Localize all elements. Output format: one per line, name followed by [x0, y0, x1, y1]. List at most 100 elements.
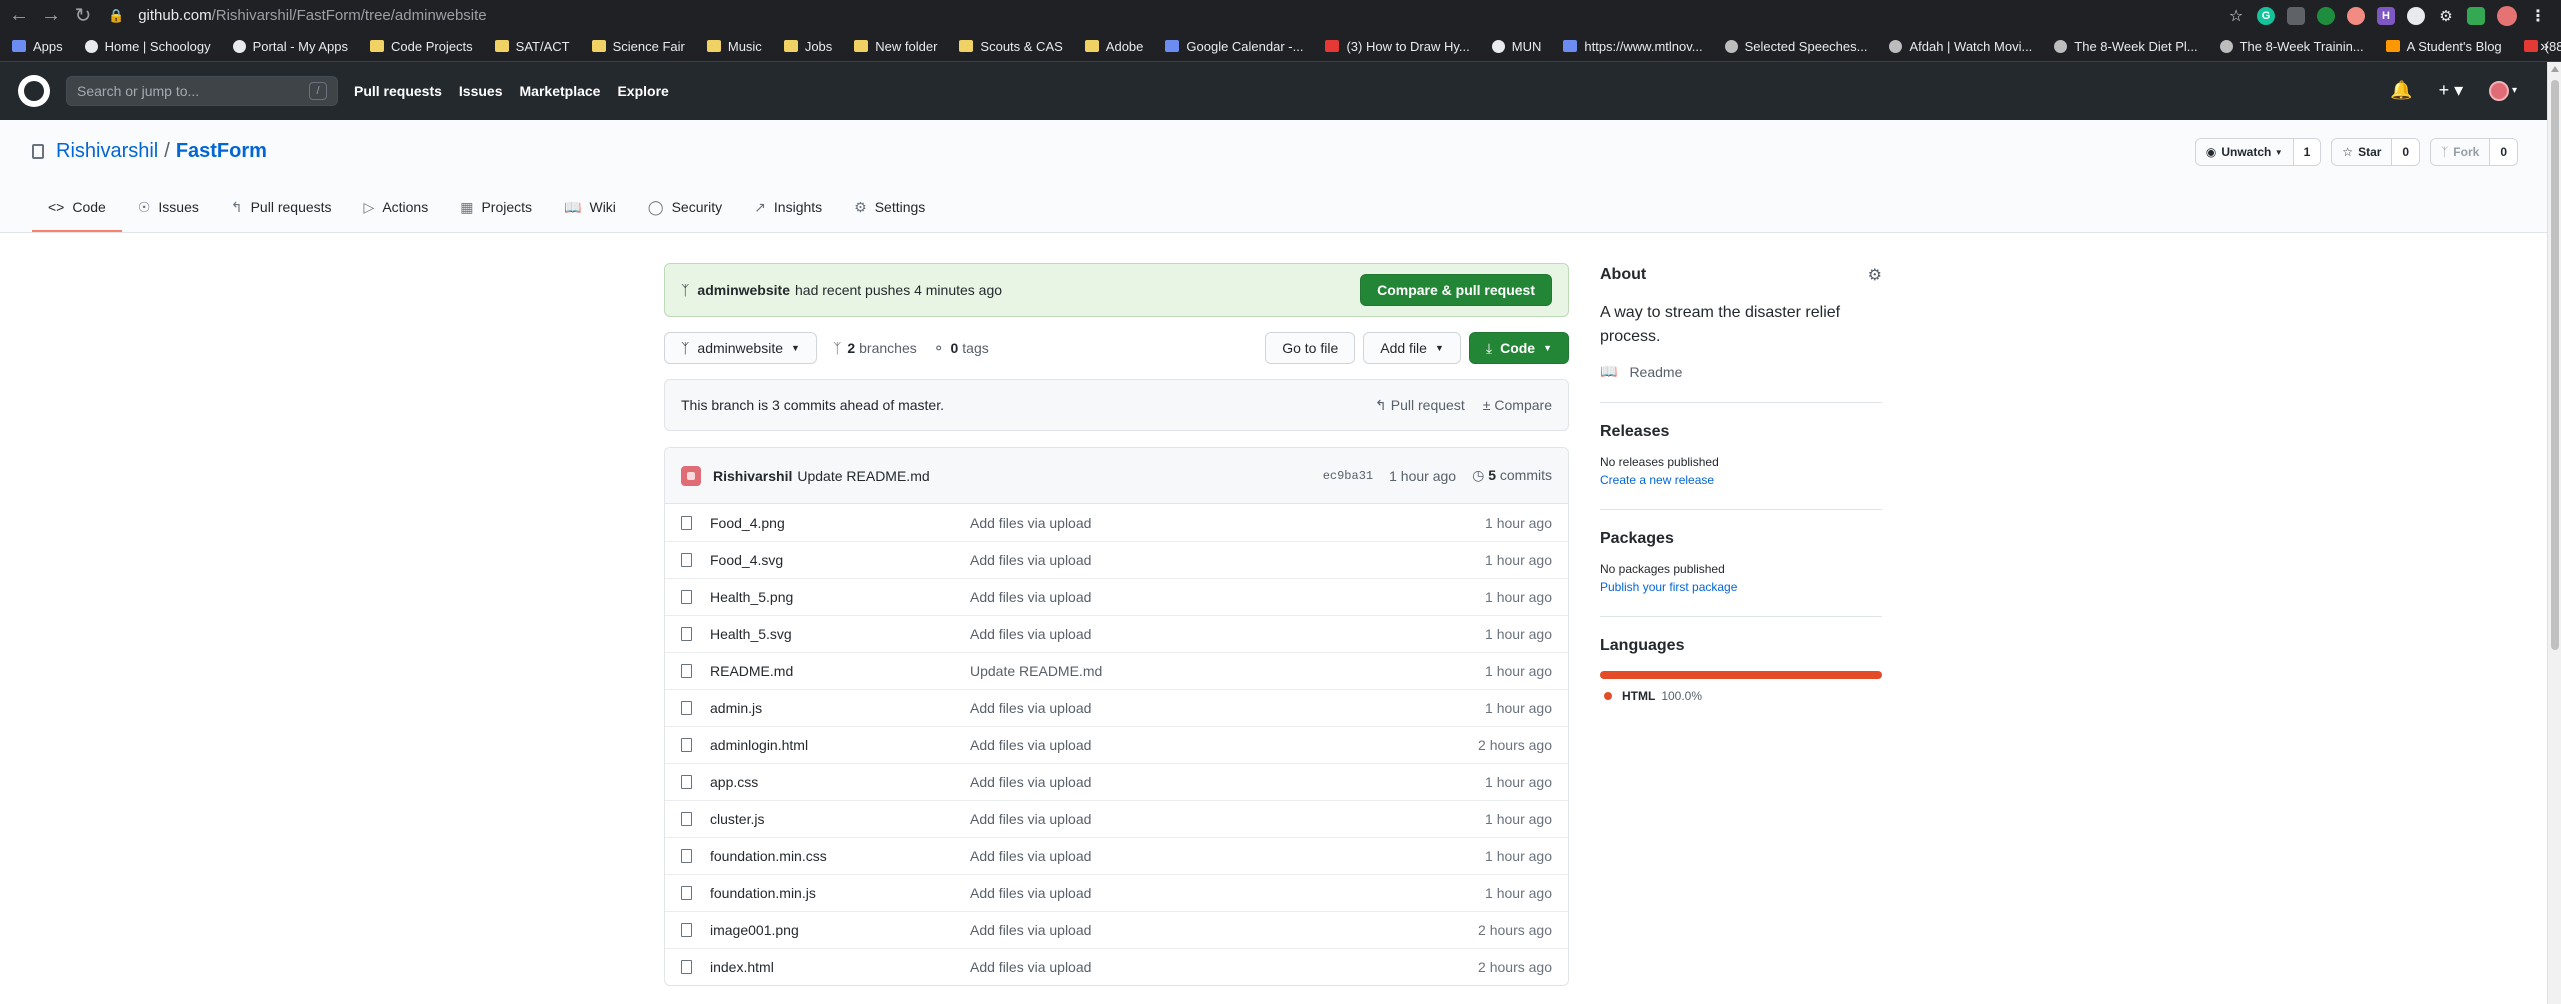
gear-icon[interactable]: ⚙: [1868, 265, 1882, 285]
grammarly-extension-icon[interactable]: G: [2257, 6, 2275, 25]
file-name[interactable]: foundation.min.js: [710, 885, 970, 901]
bookmark-item[interactable]: MUN: [1491, 39, 1541, 54]
record-extension-icon[interactable]: [2347, 6, 2365, 25]
bookmark-item[interactable]: Portal - My Apps: [232, 39, 348, 54]
tags-link[interactable]: ⚬ 0 tags: [933, 340, 989, 357]
tab-settings[interactable]: ⚙ Settings: [838, 184, 941, 232]
tab-pull-requests[interactable]: ↰ Pull requests: [215, 184, 348, 232]
unwatch-button[interactable]: ◉ Unwatch ▼: [2195, 139, 2294, 165]
add-file-button[interactable]: Add file ▼: [1363, 332, 1461, 364]
create-release-link[interactable]: Create a new release: [1600, 473, 1882, 487]
bookmark-item[interactable]: Science Fair: [591, 39, 685, 54]
h-extension-icon[interactable]: H: [2377, 6, 2395, 25]
extensions-puzzle-icon[interactable]: ⚙: [2437, 7, 2455, 25]
file-row[interactable]: app.css Add files via upload 1 hour ago: [665, 763, 1568, 800]
tab-wiki[interactable]: 📖 Wiki: [548, 184, 632, 232]
tab-issues[interactable]: ☉ Issues: [122, 184, 215, 232]
file-commit-message[interactable]: Add files via upload: [970, 811, 1432, 827]
bookmark-item[interactable]: The 8-Week Diet Pl...: [2054, 39, 2198, 54]
releases-title[interactable]: Releases: [1600, 423, 1882, 441]
forward-arrow-icon[interactable]: →: [38, 3, 64, 29]
file-name[interactable]: admin.js: [710, 700, 970, 716]
compare-link[interactable]: ± Compare: [1483, 397, 1552, 414]
file-name[interactable]: cluster.js: [710, 811, 970, 827]
github-logo-icon[interactable]: [18, 75, 50, 107]
bookmark-item[interactable]: Home | Schoology: [84, 39, 211, 54]
tab-code[interactable]: <> Code: [32, 184, 122, 232]
file-row[interactable]: adminlogin.html Add files via upload 2 hou…: [665, 726, 1568, 763]
file-row[interactable]: README.md Update README.md 1 hour ago: [665, 652, 1568, 689]
notifications-bell-icon[interactable]: 🔔: [2390, 80, 2412, 101]
green-extension-icon[interactable]: [2317, 6, 2335, 25]
bookmark-item[interactable]: https://www.mtlnov...: [1563, 39, 1703, 54]
fork-count[interactable]: 0: [2490, 139, 2517, 165]
file-name[interactable]: Health_5.png: [710, 589, 970, 605]
compare-pull-request-button[interactable]: Compare & pull request: [1360, 274, 1552, 306]
tab-projects[interactable]: ▦ Projects: [444, 184, 548, 232]
file-commit-message[interactable]: Add files via upload: [970, 589, 1432, 605]
publish-package-link[interactable]: Publish your first package: [1600, 580, 1882, 594]
tab-security[interactable]: ◯ Security: [632, 184, 738, 232]
bookmarks-overflow-icon[interactable]: »: [2540, 38, 2549, 56]
file-commit-message[interactable]: Add files via upload: [970, 885, 1432, 901]
file-row[interactable]: image001.png Add files via upload 2 hours …: [665, 911, 1568, 948]
bookmark-item[interactable]: New folder: [854, 39, 937, 54]
file-row[interactable]: Health_5.svg Add files via upload 1 hour a…: [665, 615, 1568, 652]
code-download-button[interactable]: ⤓ Code ▼: [1468, 332, 1569, 364]
go-to-file-button[interactable]: Go to file: [1265, 332, 1356, 364]
file-name[interactable]: Food_4.png: [710, 515, 970, 531]
file-name[interactable]: index.html: [710, 959, 970, 975]
pull-request-link[interactable]: ↰ Pull request: [1375, 397, 1465, 414]
contrast-extension-icon[interactable]: [2407, 6, 2425, 25]
repo-owner-link[interactable]: Rishivarshil: [56, 140, 158, 163]
readme-link[interactable]: 📖 Readme: [1600, 363, 1882, 380]
bookmark-item[interactable]: Adobe: [1084, 39, 1143, 54]
branches-link[interactable]: ᛉ 2 branches: [833, 340, 917, 356]
file-row[interactable]: foundation.min.js Add files via upload 1 h…: [665, 874, 1568, 911]
bookmark-item[interactable]: (3) How to Draw Hy...: [1325, 39, 1470, 54]
fork-button[interactable]: ᛉ Fork: [2431, 139, 2491, 165]
file-commit-message[interactable]: Update README.md: [970, 663, 1432, 679]
file-name[interactable]: Health_5.svg: [710, 626, 970, 642]
file-name[interactable]: adminlogin.html: [710, 737, 970, 753]
file-row[interactable]: foundation.min.css Add files via upload 1 …: [665, 837, 1568, 874]
bookmark-star-icon[interactable]: ☆: [2227, 7, 2245, 25]
bookmark-item[interactable]: Afdah | Watch Movi...: [1889, 39, 2032, 54]
recent-push-branch[interactable]: adminwebsite: [697, 282, 790, 298]
browser-profile-avatar[interactable]: [2497, 5, 2517, 26]
bookmark-item[interactable]: Google Calendar -...: [1165, 39, 1303, 54]
bookmark-item[interactable]: Scouts & CAS: [959, 39, 1063, 54]
file-commit-message[interactable]: Add files via upload: [970, 552, 1432, 568]
header-nav-pull-requests[interactable]: Pull requests: [354, 83, 442, 99]
bookmark-item[interactable]: Jobs: [783, 39, 832, 54]
scrollbar-thumb[interactable]: [2551, 80, 2559, 650]
file-commit-message[interactable]: Add files via upload: [970, 515, 1432, 531]
file-commit-message[interactable]: Add files via upload: [970, 959, 1432, 975]
file-row[interactable]: admin.js Add files via upload 1 hour ago: [665, 689, 1568, 726]
language-item[interactable]: HTML 100.0%: [1600, 689, 1882, 703]
file-row[interactable]: index.html Add files via upload 2 hours ag…: [665, 948, 1568, 985]
address-bar[interactable]: 🔒 github.com/Rishivarshil/FastForm/tree/…: [108, 3, 2227, 29]
file-commit-message[interactable]: Add files via upload: [970, 848, 1432, 864]
commit-sha[interactable]: ec9ba31: [1323, 469, 1373, 483]
star-button[interactable]: ☆ Star: [2332, 139, 2393, 165]
watch-count[interactable]: 1: [2293, 139, 2321, 165]
page-scrollbar[interactable]: [2547, 62, 2561, 1004]
file-name[interactable]: app.css: [710, 774, 970, 790]
reload-icon[interactable]: ↻: [70, 3, 96, 29]
header-nav-explore[interactable]: Explore: [617, 83, 668, 99]
cloud-extension-icon[interactable]: [2287, 6, 2305, 25]
file-commit-message[interactable]: Add files via upload: [970, 737, 1432, 753]
branch-select-button[interactable]: ᛉ adminwebsite ▼: [664, 332, 817, 364]
commit-author-avatar[interactable]: [681, 465, 701, 486]
user-menu[interactable]: ▾: [2489, 80, 2517, 101]
file-commit-message[interactable]: Add files via upload: [970, 774, 1432, 790]
bookmark-item[interactable]: Music: [706, 39, 762, 54]
tab-insights[interactable]: ↗ Insights: [738, 184, 838, 232]
file-commit-message[interactable]: Add files via upload: [970, 922, 1432, 938]
file-row[interactable]: Food_4.png Add files via upload 1 hour ago: [665, 504, 1568, 541]
file-name[interactable]: README.md: [710, 663, 970, 679]
sheet-extension-icon[interactable]: [2467, 6, 2485, 25]
bookmark-item[interactable]: A Student's Blog: [2385, 39, 2502, 54]
scroll-up-arrow-icon[interactable]: [2551, 66, 2559, 72]
